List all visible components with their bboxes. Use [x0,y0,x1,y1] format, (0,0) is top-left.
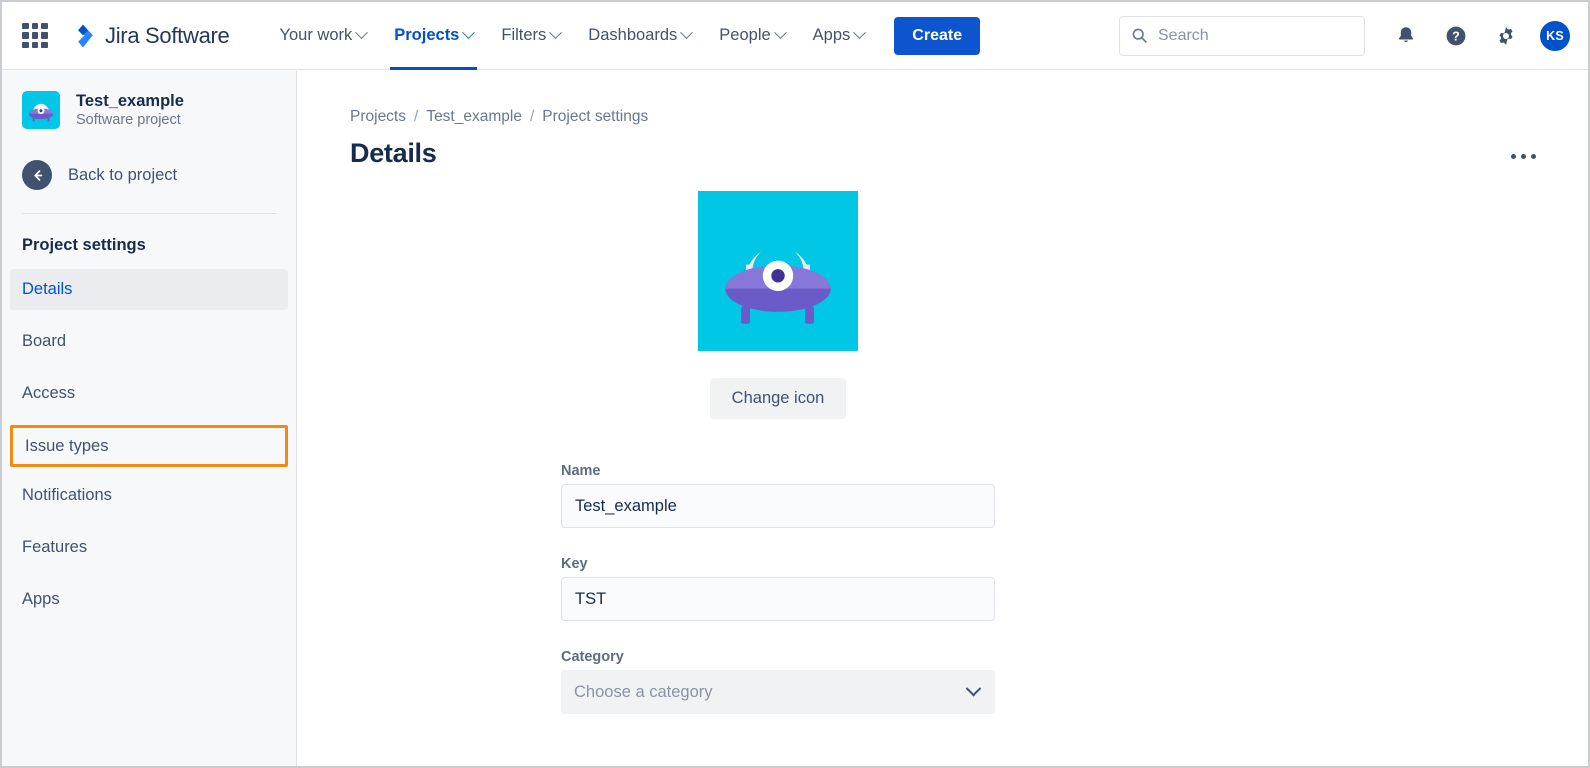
notification-bell-icon[interactable] [1386,16,1426,56]
ufo-glyph-large [698,191,858,351]
sidebar-item-label: Access [22,384,76,402]
sidebar-item-board[interactable]: Board [10,321,288,362]
sidebar-item-label: Apps [22,590,60,608]
page-header: Details [298,126,1588,169]
sidebar-item-access[interactable]: Access [10,373,288,414]
user-avatar[interactable]: KS [1540,20,1570,51]
ufo-glyph-small [22,91,60,129]
nav-item-label: Apps [812,26,851,44]
chevron-down-icon [549,26,563,40]
project-avatar-ufo-icon [22,91,60,129]
project-type: Software project [76,112,181,128]
back-to-project-link[interactable]: Back to project [2,151,296,199]
key-input[interactable] [561,577,995,621]
field-category: Category Choose a category [561,649,995,714]
nav-item-label: Projects [394,26,460,44]
bell-glyph [1398,27,1414,43]
nav-item-your-work[interactable]: Your work [265,2,380,70]
breadcrumb-separator: / [414,108,419,125]
breadcrumb-item-projects[interactable]: Projects [350,108,406,126]
nav-item-label: Your work [279,26,353,44]
sidebar-item-label: Issue types [25,436,109,455]
field-name: Name [561,463,995,528]
chevron-down-icon [773,26,787,40]
change-icon-button[interactable]: Change icon [709,378,847,419]
sidebar-item-apps[interactable]: Apps [10,579,288,620]
sidebar-item-features[interactable]: Features [10,527,288,568]
svg-text:?: ? [1452,29,1460,43]
jira-diamond-icon [78,24,93,47]
sidebar-section-title: Project settings [22,236,146,254]
settings-gear-icon[interactable] [1486,16,1526,56]
chevron-down-icon [965,680,982,697]
chevron-down-icon [462,26,476,40]
nav-item-dashboards[interactable]: Dashboards [574,2,705,70]
sidebar-item-label: Features [22,538,88,556]
more-actions-icon[interactable] [1503,148,1544,165]
jira-logo-home-link[interactable]: Jira Software [70,22,230,49]
sidebar-item-notifications[interactable]: Notifications [10,475,288,516]
question-circle-glyph: ? [1446,26,1466,45]
brand-name: Jira Software [105,22,230,48]
chevron-down-icon [853,26,867,40]
breadcrumb-separator: / [529,108,535,125]
nav-item-people[interactable]: People [705,2,798,70]
nav-item-filters[interactable]: Filters [487,2,574,70]
global-navigation-bar: Jira Software Your work Projects Filters… [2,2,1588,70]
breadcrumb-item-test-example[interactable]: Test_example [426,108,522,126]
help-icon[interactable]: ? [1436,16,1476,56]
category-select-placeholder: Choose a category [574,682,713,701]
sidebar-item-label: Details [22,280,73,298]
breadcrumb: Projects / Test_example / Project settin… [298,71,1588,126]
chevron-down-icon [355,26,369,40]
project-sidebar: Test_example Software project Back to pr… [2,71,297,766]
project-name: Test_example [76,92,184,110]
page-title: Details [350,138,437,168]
search-box [1119,15,1365,56]
back-to-project-label: Back to project [68,165,178,184]
project-icon-block: Change icon [561,191,995,419]
name-input[interactable] [561,484,995,528]
main-content: Projects / Test_example / Project settin… [298,71,1588,766]
create-button[interactable]: Create [894,16,981,55]
project-settings-nav: Details Board Access Issue types Notific… [2,269,296,620]
project-details-form: Change icon Name Key Category Choose a c… [298,191,1588,714]
app-switcher-icon[interactable] [22,22,48,49]
gear-glyph [1499,26,1513,45]
field-label-category: Category [561,649,624,665]
primary-nav: Your work Projects Filters Dashboards Pe… [265,2,878,70]
field-spacer [350,528,1588,556]
browser-window: Jira Software Your work Projects Filters… [0,0,1590,768]
nav-item-projects[interactable]: Projects [380,2,487,70]
sidebar-item-issue-types[interactable]: Issue types [10,425,288,467]
sidebar-item-details[interactable]: Details [10,269,288,310]
sidebar-item-label: Board [22,332,67,350]
project-icon-preview [698,191,858,351]
sidebar-item-label: Notifications [22,486,112,504]
field-label-name: Name [561,463,601,479]
sidebar-project-header[interactable]: Test_example Software project [2,91,296,129]
category-select[interactable]: Choose a category [561,670,995,714]
field-label-key: Key [561,556,588,572]
chevron-down-icon [680,26,694,40]
breadcrumb-item-project-settings[interactable]: Project settings [542,108,648,126]
arrow-left-glyph [33,169,42,181]
arrow-left-icon [22,160,52,190]
field-spacer [350,621,1588,649]
nav-item-label: People [719,26,771,44]
nav-item-apps[interactable]: Apps [799,2,879,70]
project-meta: Test_example Software project [76,92,184,128]
global-nav-right-actions: ? KS [1119,15,1570,56]
search-input[interactable] [1119,15,1365,56]
nav-item-label: Filters [501,26,547,44]
field-key: Key [561,556,995,621]
nav-item-label: Dashboards [588,26,678,44]
